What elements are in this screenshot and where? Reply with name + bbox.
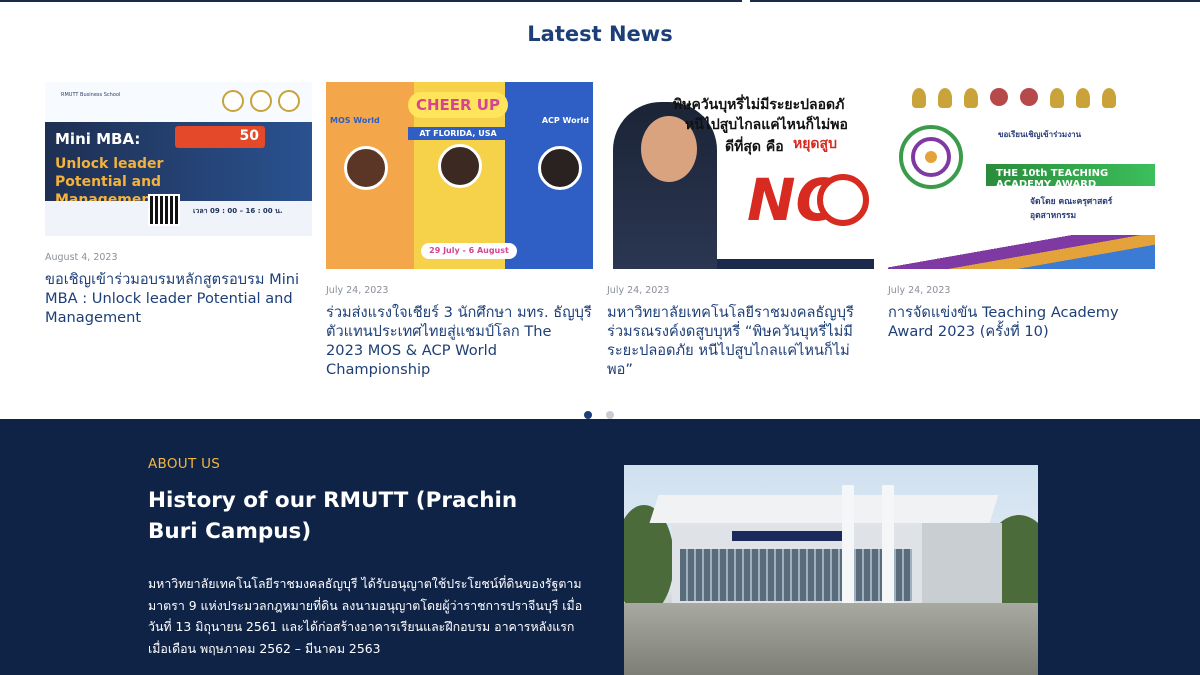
- building-side: [922, 523, 1002, 603]
- news-title-link[interactable]: มหาวิทยาลัยเทคโนโลยีราชมงคลธัญบุรี ร่วมร…: [607, 303, 874, 379]
- news-thumbnail[interactable]: RMUTT Business School Mini MBA: Unlock l…: [45, 82, 312, 236]
- about-kicker: ABOUT US: [148, 456, 221, 472]
- news-card[interactable]: MOS World ACP World CHEER UP AT FLORIDA,…: [326, 82, 593, 379]
- top-strip-gap: [742, 0, 750, 2]
- building-pillar: [882, 485, 894, 603]
- news-card[interactable]: พิษควันบุหรี่ไม่มีระยะปลอดภั หนีไปสูบไกล…: [607, 82, 874, 379]
- student-photo-1: [344, 146, 388, 190]
- emblem-icon: [1050, 88, 1064, 108]
- campus-building-photo: [624, 465, 1038, 675]
- decorative-waves: [888, 235, 1155, 269]
- student-photo-3: [538, 146, 582, 190]
- invite-label: ขอเรียนเชิญเข้าร่วมงาน: [998, 130, 1082, 139]
- building-pillar: [842, 485, 854, 603]
- campaign-line-1: พิษควันบุหรี่ไม่มีระยะปลอดภั: [673, 97, 845, 113]
- emblem-icon: [1076, 88, 1090, 108]
- university-logo-icon: [222, 90, 244, 112]
- capacity-badge: 50: [175, 126, 265, 148]
- organizer-label: จัดโดย คณะครุศาสตร์อุตสาหกรรม: [1030, 197, 1113, 221]
- news-title-link[interactable]: การจัดแข่งขัน Teaching Academy Award 202…: [888, 303, 1155, 341]
- emblem-icon: [990, 88, 1008, 106]
- about-section: ABOUT US History of our RMUTT (Prachin B…: [0, 419, 1200, 675]
- news-date: July 24, 2023: [326, 285, 389, 296]
- teaching-academy-logo-icon: [899, 125, 963, 189]
- location-label: AT FLORIDA, USA: [408, 127, 508, 140]
- about-body: มหาวิทยาลัยเทคโนโลยีราชมงคลธัญบุรี ได้รั…: [148, 576, 583, 656]
- campus-ground: [624, 603, 1038, 675]
- carousel-dot-2[interactable]: [606, 411, 614, 419]
- qr-code-icon: [148, 194, 180, 226]
- emblem-icon: [1020, 88, 1038, 106]
- carousel-dot-1[interactable]: [584, 411, 592, 419]
- emblem-icon: [938, 88, 952, 108]
- news-thumbnail[interactable]: พิษควันบุหรี่ไม่มีระยะปลอดภั หนีไปสูบไกล…: [607, 82, 874, 269]
- building-roof: [649, 495, 999, 523]
- stop-smoking-label: หยุดสูบ: [793, 136, 837, 152]
- news-card[interactable]: RMUTT Business School Mini MBA: Unlock l…: [45, 82, 312, 327]
- mos-label: MOS World: [330, 116, 380, 125]
- news-thumbnail[interactable]: MOS World ACP World CHEER UP AT FLORIDA,…: [326, 82, 593, 269]
- building-windows: [680, 549, 912, 601]
- emblem-icon: [1102, 88, 1116, 108]
- news-thumbnail[interactable]: ขอเรียนเชิญเข้าร่วมงาน THE 10th TEACHING…: [888, 82, 1155, 269]
- award-title: THE 10th TEACHING ACADEMY AWARD: [996, 168, 1109, 190]
- capacity-number: 50: [239, 128, 259, 144]
- thumb-headline: Mini MBA:: [55, 130, 141, 148]
- building-sign: [732, 531, 842, 541]
- no-smoking-icon: [817, 174, 869, 226]
- ibd-logo-icon: [278, 90, 300, 112]
- thumb-schedule: เวลา 09 : 00 – 16 : 00 น.: [193, 207, 283, 215]
- news-card[interactable]: ขอเรียนเชิญเข้าร่วมงาน THE 10th TEACHING…: [888, 82, 1155, 341]
- news-date: July 24, 2023: [888, 285, 951, 296]
- emblem-icon: [964, 88, 978, 108]
- emblem-row: [912, 88, 1116, 108]
- cheer-up-banner: CHEER UP: [408, 92, 508, 118]
- award-banner: THE 10th TEACHING ACADEMY AWARD: [986, 164, 1155, 190]
- event-dates: 29 July - 6 August: [421, 243, 517, 259]
- news-date: July 24, 2023: [607, 285, 670, 296]
- student-photo-2: [438, 144, 482, 188]
- top-strip: [0, 0, 1200, 2]
- news-title-link[interactable]: ขอเชิญเข้าร่วมอบรมหลักสูตรอบรม Mini MBA …: [45, 270, 312, 327]
- thumb-bottom-bar: [717, 259, 874, 269]
- ipba-logo-icon: [250, 90, 272, 112]
- latest-news-heading: Latest News: [527, 22, 673, 46]
- about-title: History of our RMUTT (Prachin Buri Campu…: [148, 488, 518, 544]
- thumb-logos: [222, 90, 300, 112]
- news-date: August 4, 2023: [45, 252, 118, 263]
- acp-label: ACP World: [541, 116, 589, 125]
- emblem-icon: [912, 88, 926, 108]
- campaign-line-3: ดีที่สุด คือ: [725, 139, 784, 155]
- thumb-school-name: RMUTT Business School: [61, 92, 121, 98]
- news-title-link[interactable]: ร่วมส่งแรงใจเชียร์ 3 นักศึกษา มทร. ธัญบุ…: [326, 303, 593, 379]
